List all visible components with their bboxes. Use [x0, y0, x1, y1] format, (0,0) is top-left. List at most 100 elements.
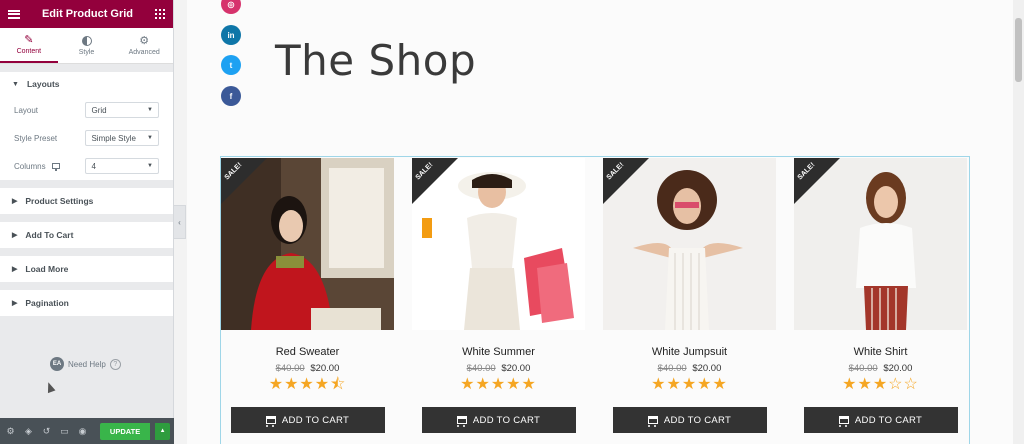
- product-name[interactable]: White Jumpsuit: [603, 346, 776, 358]
- product-price: $40.00 $20.00: [794, 363, 967, 374]
- product-name[interactable]: White Shirt: [794, 346, 967, 358]
- product-card: SALE! Red Sweater $40.00 $20.00 ★★★★⯪ AD…: [221, 158, 394, 433]
- history-icon[interactable]: ↺: [40, 424, 53, 438]
- page-title: The Shop: [275, 36, 477, 85]
- tab-content-label: Content: [16, 48, 42, 55]
- style-preset-label: Style Preset: [14, 133, 58, 143]
- section-label: Add To Cart: [25, 230, 74, 240]
- style-preset-select[interactable]: Simple Style ▼: [85, 130, 159, 146]
- section-label: Product Settings: [25, 196, 94, 206]
- facebook-icon[interactable]: f: [221, 86, 241, 106]
- widgets-grid-icon[interactable]: [155, 9, 165, 19]
- product-image[interactable]: SALE!: [603, 158, 776, 330]
- twitter-icon[interactable]: t: [221, 55, 241, 75]
- add-to-cart-button[interactable]: ADD TO CART: [612, 407, 767, 433]
- need-help-label: Need Help: [68, 359, 106, 369]
- style-preset-control: Style Preset Simple Style ▼: [0, 124, 173, 152]
- tab-advanced[interactable]: ⚙ Advanced: [115, 28, 173, 63]
- instagram-icon[interactable]: ◎: [221, 0, 241, 14]
- section-load-more[interactable]: ▶ Load More: [0, 256, 173, 282]
- desktop-icon[interactable]: [51, 163, 60, 171]
- page-preview: ◎ in t f The Shop SALE! Red Sweater $40.…: [187, 0, 1013, 444]
- panel-tabs: ✎ Content Style ⚙ Advanced: [0, 28, 173, 64]
- sale-price: $20.00: [883, 363, 913, 374]
- layout-select[interactable]: Grid ▼: [85, 102, 159, 118]
- mouse-cursor-icon: [44, 380, 56, 394]
- rating-stars: ★★★★★: [651, 376, 728, 393]
- tab-style-label: Style: [78, 48, 95, 56]
- cart-icon: [647, 416, 658, 427]
- preview-eye-icon[interactable]: ◉: [76, 424, 89, 438]
- product-image[interactable]: SALE!: [794, 158, 967, 330]
- product-card: SALE! White Shirt $40.00 $20.00 ★★★☆☆ AD…: [794, 158, 967, 433]
- caret-right-icon: ▶: [12, 198, 18, 205]
- layout-select-value: Grid: [91, 105, 107, 115]
- old-price: $40.00: [275, 363, 305, 374]
- linkedin-icon[interactable]: in: [221, 25, 241, 45]
- layouts-section: ▼ Layouts Layout Grid ▼ Style Preset Sim…: [0, 72, 173, 180]
- add-to-cart-button[interactable]: ADD TO CART: [230, 407, 385, 433]
- columns-select[interactable]: 4 ▼: [85, 158, 159, 174]
- product-image[interactable]: SALE!: [221, 158, 394, 330]
- tab-content[interactable]: ✎ Content: [0, 28, 58, 63]
- layout-label: Layout: [14, 105, 39, 115]
- chevron-down-icon: ▼: [147, 107, 153, 113]
- sale-price: $20.00: [501, 363, 531, 374]
- menu-icon[interactable]: [8, 9, 20, 19]
- rating-stars: ★★★★★: [460, 376, 537, 393]
- product-price: $40.00 $20.00: [412, 363, 585, 374]
- add-to-cart-label: ADD TO CART: [281, 414, 350, 426]
- section-add-to-cart[interactable]: ▶ Add To Cart: [0, 222, 173, 248]
- update-options-caret-icon[interactable]: ▲: [155, 422, 170, 440]
- contrast-icon: [81, 35, 92, 46]
- cart-icon: [838, 416, 849, 427]
- caret-down-icon: ▼: [12, 80, 19, 88]
- rating-stars: ★★★☆☆: [842, 376, 919, 393]
- collapse-panel-handle[interactable]: ‹: [174, 205, 186, 239]
- tab-style[interactable]: Style: [58, 28, 116, 63]
- product-name[interactable]: Red Sweater: [221, 346, 394, 358]
- tab-advanced-label: Advanced: [128, 49, 160, 56]
- section-label: Load More: [25, 264, 69, 274]
- rating-stars: ★★★★⯪: [268, 376, 347, 393]
- section-label: Pagination: [25, 298, 69, 308]
- product-image[interactable]: SALE!: [412, 158, 585, 330]
- caret-right-icon: ▶: [12, 232, 18, 239]
- product-price: $40.00 $20.00: [221, 363, 394, 374]
- editor-panel: Edit Product Grid ✎ Content Style ⚙ Adva…: [0, 0, 174, 444]
- caret-right-icon: ▶: [12, 300, 18, 307]
- need-help-link[interactable]: EA Need Help ?: [50, 357, 121, 371]
- columns-label-wrap: Columns: [14, 162, 85, 171]
- add-to-cart-label: ADD TO CART: [854, 414, 923, 426]
- product-price: $40.00 $20.00: [603, 363, 776, 374]
- update-button[interactable]: UPDATE: [100, 422, 151, 440]
- add-to-cart-button[interactable]: ADD TO CART: [421, 407, 576, 433]
- add-to-cart-button[interactable]: ADD TO CART: [803, 407, 958, 433]
- question-icon: ?: [109, 358, 121, 370]
- columns-select-value: 4: [91, 161, 96, 171]
- layout-control: Layout Grid ▼: [0, 96, 173, 124]
- sale-price: $20.00: [692, 363, 722, 374]
- section-product-settings[interactable]: ▶ Product Settings: [0, 188, 173, 214]
- sale-price: $20.00: [310, 363, 340, 374]
- product-card: SALE! White Summer $40.00 $20.00 ★★★★★ A…: [412, 158, 585, 433]
- panel-title: Edit Product Grid: [41, 8, 134, 20]
- product-name[interactable]: White Summer: [412, 346, 585, 358]
- settings-icon[interactable]: ⚙: [4, 424, 17, 438]
- panel-header: Edit Product Grid: [0, 0, 173, 28]
- product-card: SALE! White Jumpsuit $40.00 $20.00 ★★★★★…: [603, 158, 776, 433]
- section-pagination[interactable]: ▶ Pagination: [0, 290, 173, 316]
- scrollbar-thumb[interactable]: [1015, 18, 1022, 82]
- layers-icon[interactable]: ◈: [22, 424, 35, 438]
- caret-right-icon: ▶: [12, 266, 18, 273]
- page-scrollbar[interactable]: [1013, 0, 1024, 444]
- pencil-icon: ✎: [24, 34, 34, 46]
- cart-icon: [265, 416, 276, 427]
- layouts-section-header[interactable]: ▼ Layouts: [0, 72, 173, 96]
- ea-logo-icon: EA: [50, 357, 64, 371]
- gear-icon: ⚙: [139, 35, 150, 47]
- add-to-cart-label: ADD TO CART: [663, 414, 732, 426]
- old-price: $40.00: [466, 363, 496, 374]
- responsive-icon[interactable]: ▭: [58, 424, 71, 438]
- columns-label: Columns: [14, 161, 46, 171]
